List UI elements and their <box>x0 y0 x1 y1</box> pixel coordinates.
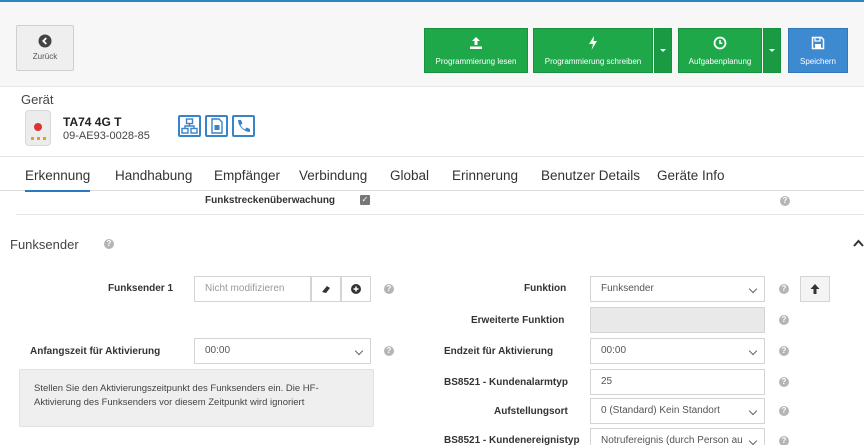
task-planning-button[interactable]: Aufgabenplanung <box>678 28 762 73</box>
back-button[interactable]: Zurück <box>16 25 74 71</box>
help-icon[interactable]: ? <box>384 284 394 294</box>
upload-icon <box>425 36 527 52</box>
kundenalarmtyp-label: BS8521 - Kundenalarmtyp <box>444 377 568 388</box>
chevron-up-icon[interactable] <box>853 236 864 250</box>
help-icon[interactable]: ? <box>779 406 789 416</box>
read-programming-label: Programmierung lesen <box>435 57 517 66</box>
funksender1-label: Funksender 1 <box>108 283 174 294</box>
endzeit-select[interactable]: 00:00 <box>590 338 765 364</box>
funktion-select[interactable]: Funksender <box>590 276 765 302</box>
help-icon[interactable]: ? <box>384 346 394 356</box>
tab-benutzer-details[interactable]: Benutzer Details <box>541 168 640 183</box>
help-icon[interactable]: ? <box>779 377 789 387</box>
save-button[interactable]: Speichern <box>788 28 848 73</box>
erweiterte-funktion-label: Erweiterte Funktion <box>471 315 565 326</box>
arrow-up-icon <box>809 284 821 305</box>
device-red-button <box>34 123 42 131</box>
write-programming-button[interactable]: Programmierung schreiben <box>533 28 653 73</box>
device-image <box>25 110 51 146</box>
funkstrecken-checkbox[interactable]: ✓ <box>360 195 370 205</box>
help-icon[interactable]: ? <box>779 346 789 356</box>
eraser-button[interactable] <box>311 276 341 302</box>
tab-verbindung[interactable]: Verbindung <box>299 168 367 183</box>
device-section-label: Gerät <box>21 92 54 107</box>
endzeit-value: 00:00 <box>601 345 627 356</box>
write-programming-dropdown[interactable] <box>654 28 672 73</box>
chevron-down-icon <box>748 436 758 445</box>
save-label: Speichern <box>799 57 837 66</box>
funktion-label: Funktion <box>524 283 567 294</box>
caret-down-icon <box>660 49 666 52</box>
kundenereignistyp-select[interactable]: Notrufereignis (durch Person au <box>590 428 765 445</box>
plus-circle-icon <box>350 284 362 305</box>
move-up-button[interactable] <box>800 276 830 302</box>
task-planning-dropdown[interactable] <box>763 28 781 73</box>
chevron-down-icon <box>748 284 758 294</box>
erweiterte-funktion-input <box>590 307 765 333</box>
kundenalarmtyp-input[interactable]: 25 <box>590 369 765 395</box>
device-leds <box>31 137 47 140</box>
read-programming-button[interactable]: Programmierung lesen <box>424 28 528 73</box>
eraser-icon <box>320 286 332 305</box>
funktion-value: Funksender <box>601 283 654 294</box>
bolt-icon <box>534 36 652 52</box>
tab-bar: Erkennung Handhabung Empfänger Verbindun… <box>0 156 864 192</box>
anfangszeit-label: Anfangszeit für Aktivierung <box>30 346 161 357</box>
tab-erkennung[interactable]: Erkennung <box>25 168 91 192</box>
funksender1-input[interactable]: Nicht modifizieren <box>194 276 311 302</box>
tab-geraete-info[interactable]: Geräte Info <box>657 168 725 183</box>
tab-global[interactable]: Global <box>390 168 429 183</box>
anfangszeit-value: 00:00 <box>205 345 231 356</box>
task-planning-label: Aufgabenplanung <box>688 57 752 66</box>
tab-erinnerung[interactable]: Erinnerung <box>452 168 518 183</box>
chevron-down-icon <box>354 346 364 356</box>
help-icon[interactable]: ? <box>779 284 789 294</box>
help-icon[interactable]: ? <box>104 239 114 249</box>
add-button[interactable] <box>341 276 371 302</box>
tab-empfaenger[interactable]: Empfänger <box>214 168 280 183</box>
section-title: Funksender <box>10 237 79 252</box>
device-name: TA74 4G T <box>63 115 122 129</box>
write-programming-label: Programmierung schreiben <box>544 57 642 66</box>
tab-handhabung[interactable]: Handhabung <box>115 168 192 183</box>
aufstellungsort-label: Aufstellungsort <box>494 406 568 417</box>
network-icon[interactable] <box>178 115 201 137</box>
aufstellungsort-value: 0 (Standard) Kein Standort <box>601 405 720 416</box>
chevron-down-icon <box>748 346 758 356</box>
toolbar: Zurück Programmierung lesen Programmieru… <box>0 0 864 87</box>
endzeit-label: Endzeit für Aktivierung <box>444 346 554 357</box>
help-icon[interactable]: ? <box>779 436 789 445</box>
activation-hint: Stellen Sie den Aktivierungszeitpunkt de… <box>19 369 374 427</box>
help-icon[interactable]: ? <box>780 196 790 206</box>
anfangszeit-select[interactable]: 00:00 <box>194 338 371 364</box>
help-icon[interactable]: ? <box>779 315 789 325</box>
chevron-left-icon <box>17 34 73 48</box>
caret-down-icon <box>769 49 775 52</box>
device-serial: 09-AE93-0028-85 <box>63 130 150 142</box>
back-label: Zurück <box>32 52 58 61</box>
aufstellungsort-select[interactable]: 0 (Standard) Kein Standort <box>590 398 765 424</box>
kundenereignistyp-label: BS8521 - Kundenereignistyp <box>444 435 580 445</box>
sim-card-icon[interactable] <box>205 115 228 137</box>
floppy-disk-icon <box>789 36 847 52</box>
kundenereignistyp-value: Notrufereignis (durch Person au <box>601 435 743 445</box>
funkstrecken-label: Funkstreckenüberwachung <box>205 195 336 206</box>
phone-icon[interactable] <box>232 115 255 137</box>
clock-icon <box>679 36 761 52</box>
chevron-down-icon <box>748 406 758 416</box>
